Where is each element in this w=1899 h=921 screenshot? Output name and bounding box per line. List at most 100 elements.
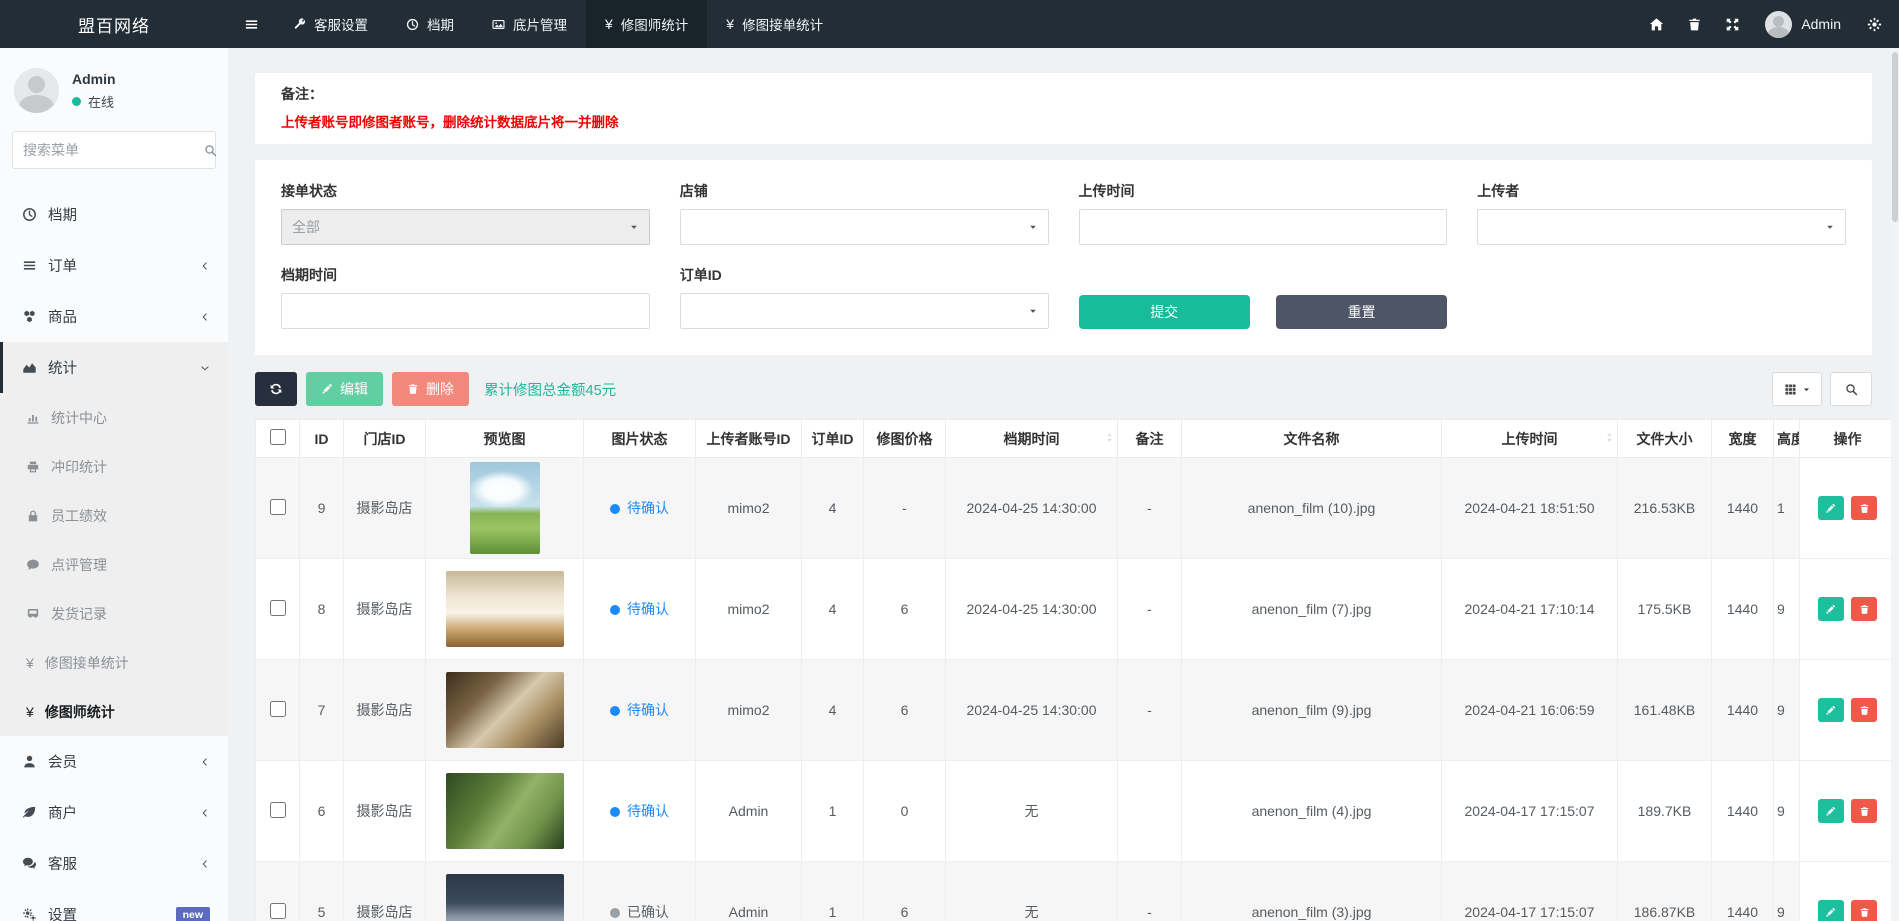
delete-button[interactable]: 删除 [392, 372, 469, 406]
filter-select-3[interactable] [1477, 209, 1846, 245]
sidebar-toggle-button[interactable] [228, 0, 274, 48]
preview-thumbnail[interactable] [470, 462, 540, 554]
sidebar-item-2[interactable]: 商品 [0, 291, 228, 342]
home-button[interactable] [1637, 0, 1675, 48]
cell-status: 待确认 [584, 761, 696, 862]
column-header-schedule[interactable]: 档期时间 [946, 420, 1118, 458]
row-edit-button[interactable] [1818, 799, 1844, 823]
sidebar-item-1[interactable]: 订单 [0, 240, 228, 291]
sidebar-item-6[interactable]: 客服 [0, 838, 228, 889]
sidebar-subitem-3-6[interactable]: ¥修图师统计 [0, 687, 228, 736]
status-dot [610, 605, 620, 615]
home-icon [1649, 17, 1664, 32]
filter-input-4[interactable] [281, 293, 650, 329]
menu-search-input[interactable] [23, 142, 204, 158]
row-checkbox[interactable] [270, 802, 286, 818]
sidebar-subitem-3-1[interactable]: 冲印统计 [0, 442, 228, 491]
cell-preview [426, 559, 584, 660]
column-header-check [256, 420, 300, 458]
yen-icon: ¥ [26, 656, 34, 670]
cell-filesize: 175.5KB [1618, 559, 1712, 660]
nav-right-icons [1637, 0, 1751, 48]
sidebar-item-0[interactable]: 档期 [0, 189, 228, 240]
preview-thumbnail[interactable] [446, 571, 564, 647]
user-menu[interactable]: Admin [1755, 11, 1851, 38]
sidebar-item-label: 统计 [48, 357, 189, 378]
row-edit-button[interactable] [1818, 597, 1844, 621]
row-edit-button[interactable] [1818, 698, 1844, 722]
page-scrollbar[interactable] [1891, 48, 1899, 921]
sidebar-user-status: 在线 [72, 92, 116, 111]
cell-remark: - [1118, 660, 1182, 761]
row-checkbox[interactable] [270, 701, 286, 717]
preview-thumbnail[interactable] [446, 672, 564, 748]
row-delete-button[interactable] [1851, 698, 1877, 722]
top-nav-item-0[interactable]: 客服设置 [274, 0, 387, 48]
chevron-left-icon [200, 757, 210, 767]
cell-remark: - [1118, 862, 1182, 921]
top-nav-item-1[interactable]: 档期 [387, 0, 473, 48]
sidebar-search [12, 131, 216, 169]
cell-remark: - [1118, 559, 1182, 660]
filter-input-2[interactable] [1079, 209, 1448, 245]
sidebar-item-7[interactable]: 设置new [0, 889, 228, 921]
cell-actions [1800, 862, 1896, 921]
row-checkbox[interactable] [270, 499, 286, 515]
table-search-button[interactable] [1830, 372, 1872, 406]
filter-select-0[interactable]: 全部 [281, 209, 650, 245]
row-delete-button[interactable] [1851, 597, 1877, 621]
sidebar-item-5[interactable]: 商户 [0, 787, 228, 838]
row-edit-button[interactable] [1818, 900, 1844, 921]
expand-button[interactable] [1713, 0, 1751, 48]
row-edit-button[interactable] [1818, 496, 1844, 520]
filter-select-1[interactable] [680, 209, 1049, 245]
brand-logo[interactable]: 盟百网络 [0, 0, 228, 48]
preview-thumbnail[interactable] [446, 773, 564, 849]
row-delete-button[interactable] [1851, 496, 1877, 520]
sidebar-subitem-3-5[interactable]: ¥修图接单统计 [0, 638, 228, 687]
column-header-upload_time[interactable]: 上传时间 [1442, 420, 1618, 458]
cell-store: 摄影岛店 [344, 761, 426, 862]
total-amount-text: 累计修图总金额45元 [484, 379, 616, 400]
filter-field-label: 订单ID [680, 265, 1049, 285]
sidebar-item-3[interactable]: 统计 [0, 342, 228, 393]
refresh-button[interactable] [255, 372, 297, 406]
preview-thumbnail[interactable] [446, 874, 564, 921]
toolbar-right [1772, 372, 1872, 406]
cell-filename: anenon_film (10).jpg [1182, 458, 1442, 559]
top-nav-item-2[interactable]: 底片管理 [473, 0, 586, 48]
cell-id: 7 [300, 660, 344, 761]
cell-id: 9 [300, 458, 344, 559]
submit-button[interactable]: 提交 [1079, 295, 1250, 329]
sidebar-subitem-3-3[interactable]: 点评管理 [0, 540, 228, 589]
column-header-label: 高度 [1777, 431, 1800, 447]
cell-height-clipped: 1 [1774, 458, 1800, 559]
columns-dropdown-button[interactable] [1772, 372, 1822, 406]
cell-height-clipped: 9 [1774, 660, 1800, 761]
scrollbar-thumb[interactable] [1892, 52, 1898, 222]
trash-button[interactable] [1675, 0, 1713, 48]
sidebar-subitem-3-0[interactable]: 统计中心 [0, 393, 228, 442]
edit-button[interactable]: 编辑 [306, 372, 383, 406]
status-badge: 已确认 [610, 904, 669, 920]
filter-select-5[interactable] [680, 293, 1049, 329]
row-checkbox[interactable] [270, 903, 286, 919]
column-header-label: 操作 [1834, 431, 1862, 447]
row-checkbox[interactable] [270, 600, 286, 616]
top-navbar: 盟百网络 客服设置 档期 底片管理 ¥修图师统计 ¥修图接单统计 Admin [0, 0, 1899, 48]
top-nav-item-3[interactable]: ¥修图师统计 [586, 0, 707, 48]
reset-button[interactable]: 重置 [1276, 295, 1447, 329]
row-delete-button[interactable] [1851, 799, 1877, 823]
sidebar-subitem-3-4[interactable]: 发货记录 [0, 589, 228, 638]
row-delete-button[interactable] [1851, 900, 1877, 921]
avatar [1765, 11, 1792, 38]
select-all-checkbox[interactable] [270, 429, 286, 445]
column-header-label: 宽度 [1729, 431, 1757, 447]
gear-icon [1867, 17, 1882, 32]
table-section: 编辑 删除 累计修图总金额45元 ID门店ID预览图图片状态上传者账号ID订单I… [255, 372, 1872, 921]
top-nav-item-4[interactable]: ¥修图接单统计 [707, 0, 842, 48]
settings-gear-button[interactable] [1855, 0, 1893, 48]
sidebar-subitem-3-2[interactable]: 员工绩效 [0, 491, 228, 540]
online-status-dot [72, 97, 81, 106]
sidebar-item-4[interactable]: 会员 [0, 736, 228, 787]
